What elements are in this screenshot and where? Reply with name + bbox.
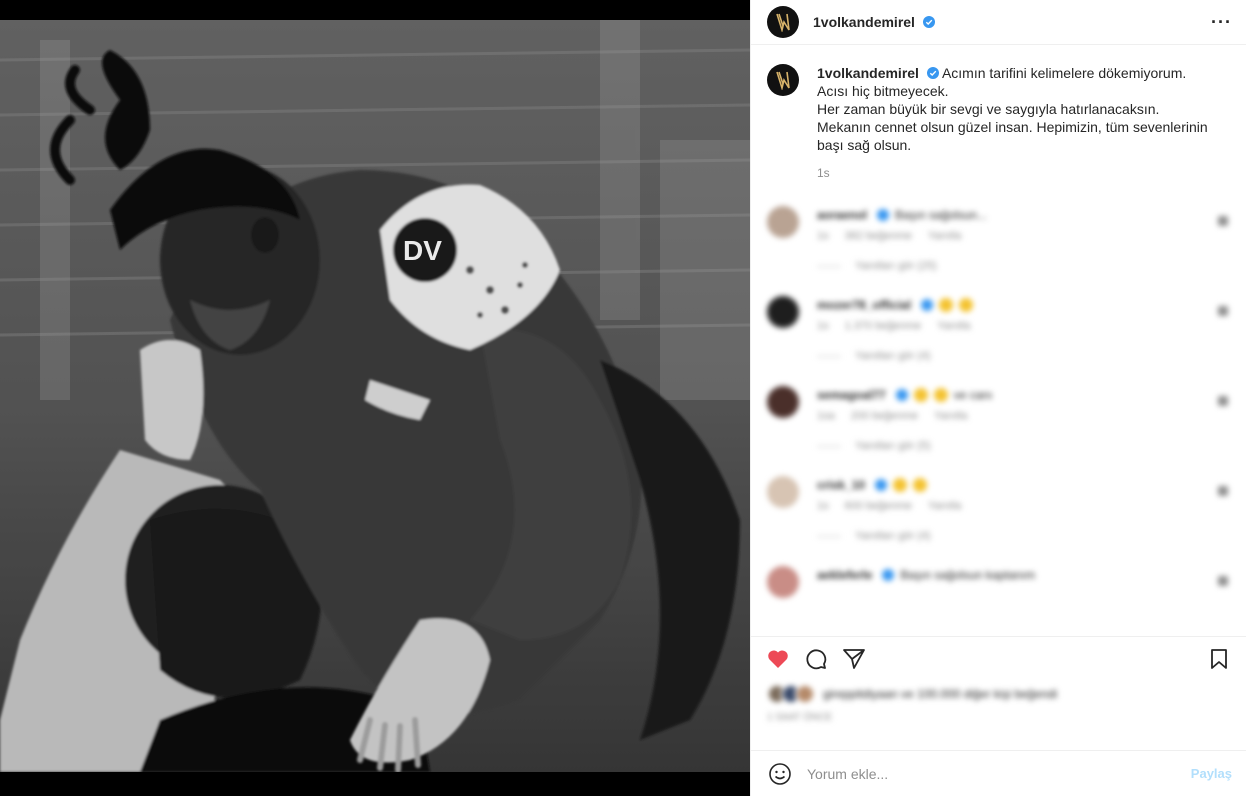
comment-avatar[interactable]	[767, 476, 799, 508]
comment-likes[interactable]: 1.370 beğenme	[845, 320, 921, 332]
comment-avatar[interactable]	[767, 296, 799, 328]
comment-row: aoraenol Başın sağolsun... 1s 382 beğenme Ya…	[767, 206, 1230, 272]
comment-avatar[interactable]	[767, 206, 799, 238]
add-comment-bar: Paylaş	[751, 750, 1246, 796]
verified-badge-icon	[926, 67, 939, 79]
caption-body: 1volkandemirel Acımın tarifini kelimeler…	[817, 64, 1227, 182]
comment-text: Başın sağolsun...	[895, 208, 988, 222]
reply-button[interactable]: Yanıtla	[934, 410, 967, 422]
post-photo: DV	[0, 20, 750, 772]
reply-button[interactable]: Yanıtla	[928, 500, 961, 512]
likes-text[interactable]: gireppitdiyaan ve 100.000 diğer kişi beğ…	[823, 687, 1057, 701]
emoji-icon	[959, 298, 974, 312]
emoji-icon	[913, 388, 928, 402]
comment-icon[interactable]	[803, 646, 829, 672]
heart-icon[interactable]	[765, 646, 791, 672]
comment-username[interactable]: aekleferle	[817, 568, 872, 582]
caption-line-1: Acımın tarifini kelimelere dökemiyorum.	[941, 65, 1187, 81]
comment-like-icon[interactable]	[1218, 486, 1228, 496]
more-icon[interactable]: ···	[1211, 12, 1232, 33]
likes-section: gireppitdiyaan ve 100.000 diğer kişi beğ…	[767, 684, 1230, 723]
comment-container: aoraenol Başın sağolsun... 1s 382 beğenme Ya…	[767, 206, 1230, 598]
verified-badge-icon	[922, 16, 935, 28]
comment-row: crisk_10 1s 600 beğenme Yanıtla Yanıtları gö…	[767, 476, 1230, 542]
volkan-logo-icon	[776, 71, 790, 90]
caption-avatar[interactable]	[767, 64, 799, 96]
comment-body: aekleferle Başın sağolsun kaptanım	[817, 566, 1035, 598]
view-replies-label[interactable]: Yanıtları gör (4)	[855, 350, 931, 362]
comment-like-icon[interactable]	[1218, 216, 1228, 226]
comments-list[interactable]: 1volkandemirel Acımın tarifini kelimeler…	[751, 46, 1246, 636]
post-header: 1volkandemirel ···	[751, 0, 1246, 45]
bookmark-icon[interactable]	[1206, 646, 1232, 672]
post-panel: 1volkandemirel ··· 1volkandemirel Acımın…	[750, 0, 1246, 796]
comment-body: crisk_10 1s 600 beğenme Yanıtla Yanıtları gö…	[817, 476, 961, 542]
comment-row: semagoal77 ve canı 1sa 200 beğenme Yanıtla Ya…	[767, 386, 1230, 452]
comment-like-icon[interactable]	[1218, 396, 1228, 406]
verified-badge-icon	[882, 569, 895, 581]
verified-badge-icon	[877, 209, 890, 221]
view-replies[interactable]: Yanıtları gör (25)	[817, 260, 987, 272]
comment-row: mozer78_official 1s 1.370 beğenme Yanıtla Ya…	[767, 296, 1230, 362]
volkan-logo-icon	[776, 13, 790, 32]
verified-badge-icon	[895, 389, 908, 401]
header-username[interactable]: 1volkandemirel	[813, 14, 935, 30]
caption-line-2: Acısı hiç bitmeyecek.	[817, 83, 949, 99]
view-replies-label[interactable]: Yanıtları gör (5)	[855, 440, 931, 452]
likes-line[interactable]: gireppitdiyaan ve 100.000 diğer kişi beğ…	[767, 684, 1230, 704]
reply-button[interactable]: Yanıtla	[937, 320, 970, 332]
comment-avatar[interactable]	[767, 386, 799, 418]
caption-line-5: başı sağ olsun.	[817, 137, 912, 153]
emoji-icon	[893, 478, 908, 492]
comment-avatar[interactable]	[767, 566, 799, 598]
comment-likes[interactable]: 200 beğenme	[851, 410, 918, 422]
comment-username[interactable]: mozer78_official	[817, 298, 911, 312]
emoji-icon	[913, 478, 928, 492]
comment-age[interactable]: 1s	[817, 500, 829, 512]
comment-age[interactable]: 1s	[817, 230, 829, 242]
verified-badge-icon	[921, 299, 934, 311]
emoji-icon	[939, 298, 954, 312]
comment-text: ve canı	[953, 388, 993, 402]
caption-line-3: Her zaman büyük bir sevgi ve saygıyla ha…	[817, 101, 1160, 117]
comment-body: semagoal77 ve canı 1sa 200 beğenme Yanıtla Ya…	[817, 386, 992, 452]
comment-body: aoraenol Başın sağolsun... 1s 382 beğenme Ya…	[817, 206, 987, 272]
emoji-icon	[933, 388, 948, 402]
caption-line-4: Mekanın cennet olsun güzel insan. Hepimi…	[817, 119, 1208, 135]
comment-username[interactable]: aoraenol	[817, 208, 867, 222]
liker-avatar	[795, 684, 815, 704]
comment-like-icon[interactable]	[1218, 576, 1228, 586]
share-icon[interactable]	[841, 646, 867, 672]
header-username-text[interactable]: 1volkandemirel	[813, 14, 915, 30]
comment-age[interactable]: 1sa	[817, 410, 835, 422]
view-replies-label[interactable]: Yanıtları gör (4)	[855, 530, 931, 542]
comment-username[interactable]: crisk_10	[817, 478, 865, 492]
view-replies[interactable]: Yanıtları gör (4)	[817, 350, 979, 362]
comment-likes[interactable]: 600 beğenme	[845, 500, 912, 512]
comment-likes[interactable]: 382 beğenme	[845, 230, 912, 242]
post-media[interactable]: DV	[0, 0, 750, 796]
comment-text: Başın sağolsun kaptanım	[900, 568, 1036, 582]
action-bar	[751, 636, 1246, 680]
comment-like-icon[interactable]	[1218, 306, 1228, 316]
comment-age[interactable]: 1s	[817, 320, 829, 332]
comment-input[interactable]	[807, 765, 1191, 782]
view-replies-label[interactable]: Yanıtları gör (25)	[855, 260, 937, 272]
user-avatar[interactable]	[767, 6, 799, 38]
comment-body: mozer78_official 1s 1.370 beğenme Yanıtla Ya…	[817, 296, 979, 362]
comment-username[interactable]: semagoal77	[817, 388, 886, 402]
verified-badge-icon	[875, 479, 888, 491]
share-button[interactable]: Paylaş	[1191, 766, 1232, 781]
comment-row: aekleferle Başın sağolsun kaptanım	[767, 566, 1230, 598]
caption-time[interactable]: 1s	[817, 164, 1227, 182]
view-replies[interactable]: Yanıtları gör (5)	[817, 440, 992, 452]
post-caption: 1volkandemirel Acımın tarifini kelimeler…	[767, 64, 1230, 182]
emoji-icon[interactable]	[767, 761, 793, 787]
reply-button[interactable]: Yanıtla	[928, 230, 961, 242]
caption-username[interactable]: 1volkandemirel	[817, 65, 919, 81]
view-replies[interactable]: Yanıtları gör (4)	[817, 530, 961, 542]
post-date: 1 saat önce	[767, 712, 833, 723]
